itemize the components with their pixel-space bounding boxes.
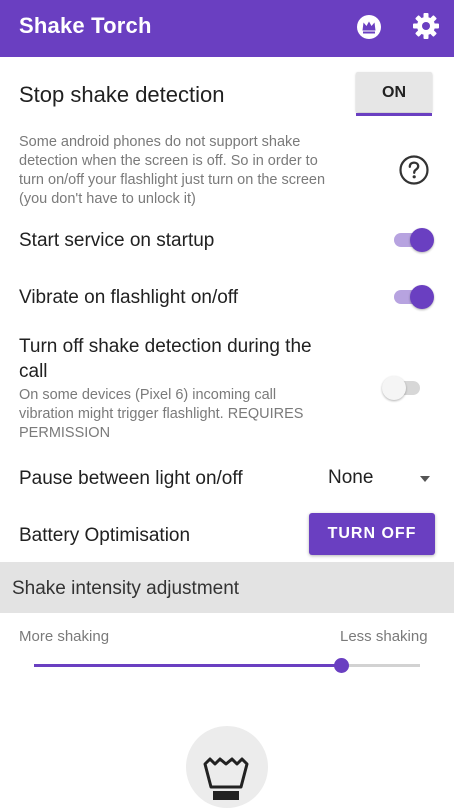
slider-track <box>341 664 420 667</box>
vibrate-label: Vibrate on flashlight on/off <box>19 287 239 308</box>
pause-label: Pause between light on/off <box>19 468 243 489</box>
shake-info-text: Some android phones do not support shake… <box>19 134 326 207</box>
switch-thumb <box>410 228 434 252</box>
call-switch[interactable] <box>382 373 424 401</box>
call-description: On some devices (Pixel 6) incoming call … <box>19 387 304 441</box>
slider-min-label: More shaking <box>19 628 110 645</box>
shake-toggle-button[interactable]: ON <box>356 72 432 112</box>
help-button[interactable] <box>398 154 430 186</box>
startup-label: Start service on startup <box>19 230 215 251</box>
pause-selected-value: None <box>328 467 374 488</box>
slider-thumb[interactable] <box>334 658 349 673</box>
slider-fill <box>34 664 341 667</box>
intensity-slider[interactable] <box>34 655 420 677</box>
app-title: Shake Torch <box>19 13 152 38</box>
call-label: Turn off shake detection during the call <box>19 336 312 382</box>
shake-toggle-indicator <box>356 113 432 116</box>
startup-switch[interactable] <box>392 225 434 253</box>
turn-off-button[interactable]: TURN OFF <box>309 513 435 555</box>
stop-shake-title: Stop shake detection <box>19 82 225 107</box>
slider-max-label: Less shaking <box>340 628 428 645</box>
settings-button[interactable] <box>410 10 442 42</box>
pause-dropdown[interactable]: None <box>328 463 438 493</box>
section-title: Shake intensity adjustment <box>12 578 240 599</box>
switch-thumb <box>410 285 434 309</box>
help-circle-icon <box>399 155 429 185</box>
app-bar: Shake Torch <box>0 0 454 57</box>
battery-label: Battery Optimisation <box>19 525 191 546</box>
switch-thumb <box>382 376 406 400</box>
vibrate-switch[interactable] <box>392 282 434 310</box>
intensity-section-header: Shake intensity adjustment <box>0 562 454 613</box>
crown-icon <box>357 15 381 39</box>
flashlight-icon <box>203 757 249 800</box>
gear-icon <box>413 13 439 39</box>
dropdown-arrow-icon <box>420 476 430 482</box>
premium-button[interactable] <box>354 12 384 42</box>
